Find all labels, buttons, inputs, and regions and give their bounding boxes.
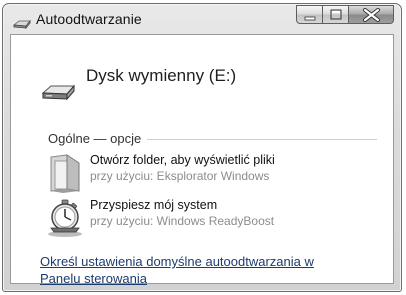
option-subtitle: przy użyciu: Windows ReadyBoost <box>90 214 275 228</box>
autoplay-settings-link[interactable]: Określ ustawienia domyślne autoodtwarzan… <box>40 253 360 287</box>
window-content: Dysk wymienny (E:) Ogólne — opcje Otwórz… <box>10 34 394 287</box>
close-icon <box>363 8 380 22</box>
section-label: Ogólne — opcje <box>48 131 148 146</box>
removable-drive-icon <box>41 83 76 108</box>
stopwatch-icon <box>45 198 85 243</box>
close-button[interactable] <box>349 5 394 24</box>
option-subtitle: przy użyciu: Eksplorator Windows <box>90 169 270 183</box>
window-controls <box>296 5 394 26</box>
window-title: Autoodtwarzanie <box>36 11 142 27</box>
maximize-button[interactable] <box>323 5 349 24</box>
minimize-button[interactable] <box>296 5 323 24</box>
option-title: Przyspiesz mój system <box>90 198 218 212</box>
link-line-1: Określ ustawienia domyślne autoodtwarzan… <box>40 254 314 269</box>
folder-icon <box>45 153 85 198</box>
readyboost-option[interactable]: Przyspiesz mój system przy użyciu: Windo… <box>45 198 375 240</box>
minimize-icon <box>304 16 316 21</box>
autoplay-window: Autoodtwarzanie Dysk wymienny (E:) Ogóln… <box>2 3 402 292</box>
open-folder-option[interactable]: Otwórz folder, aby wyświetlić pliki przy… <box>45 153 375 195</box>
option-title: Otwórz folder, aby wyświetlić pliki <box>90 153 275 167</box>
link-line-2: Panelu sterowania <box>40 271 147 286</box>
drive-name: Dysk wymienny (E:) <box>86 66 237 85</box>
title-bar[interactable]: Autoodtwarzanie <box>3 4 401 34</box>
maximize-icon <box>330 9 342 20</box>
general-options-section: Ogólne — opcje <box>48 131 377 147</box>
cd-drive-icon <box>12 16 31 30</box>
